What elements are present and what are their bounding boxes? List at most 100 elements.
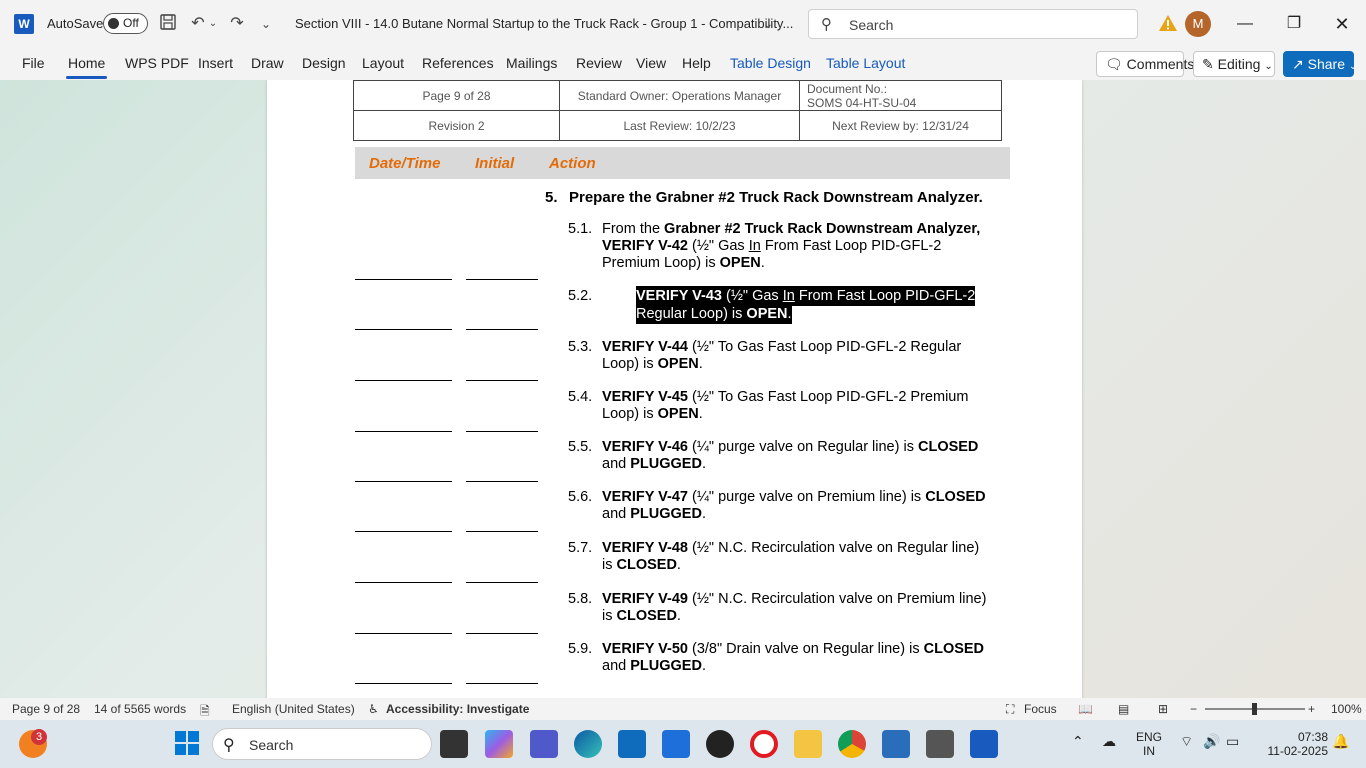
document-page[interactable]: Page 9 of 28 Standard Owner: Operations … [267, 80, 1082, 698]
copilot-icon[interactable] [485, 730, 513, 758]
task-view-icon[interactable] [440, 730, 468, 758]
zoom-in-icon[interactable]: + [1308, 702, 1315, 716]
opera-icon[interactable] [750, 730, 778, 758]
tab-review[interactable]: Review [576, 55, 622, 71]
title-chevron-down-icon[interactable]: ⌄ [757, 13, 779, 35]
dell-icon[interactable] [706, 730, 734, 758]
teams-icon[interactable] [530, 730, 558, 758]
document-title[interactable]: Section VIII - 14.0 Butane Normal Startu… [295, 16, 793, 31]
onedrive-icon[interactable]: ☁ [1102, 734, 1116, 748]
tab-table-layout[interactable]: Table Layout [826, 55, 905, 71]
restore-icon[interactable]: ❐ [1279, 10, 1309, 38]
tab-draw[interactable]: Draw [251, 55, 284, 71]
network-app-icon[interactable] [882, 730, 910, 758]
initial-line[interactable] [466, 279, 538, 280]
minimize-icon[interactable]: — [1230, 10, 1260, 38]
file-explorer-icon[interactable] [794, 730, 822, 758]
close-icon[interactable]: ✕ [1327, 10, 1357, 38]
focus-icon[interactable]: ⛶ [1006, 702, 1014, 717]
initial-line[interactable] [466, 582, 538, 583]
redo-icon[interactable]: ↷ [226, 13, 248, 35]
initial-line[interactable] [466, 683, 538, 684]
substep-2[interactable]: 5.2. VERIFY V-43 (½" Gas In From Fast Loo… [568, 286, 988, 324]
tab-mailings[interactable]: Mailings [506, 55, 557, 71]
substep-3[interactable]: 5.3. VERIFY V-44 (½" To Gas Fast Loop PID… [568, 339, 988, 373]
initial-line[interactable] [466, 633, 538, 634]
step-title: Prepare the Grabner #2 Truck Rack Downst… [569, 189, 983, 206]
substep-run: OPEN [746, 305, 788, 322]
substep-9[interactable]: 5.9. VERIFY V-50 (3/8" Drain valve on Reg… [568, 641, 988, 675]
status-accessibility[interactable]: Accessibility: Investigate [386, 702, 529, 716]
step-heading[interactable]: 5. Prepare the Grabner #2 Truck Rack Down… [545, 189, 983, 206]
initial-line[interactable] [466, 380, 538, 381]
date-time-line[interactable] [355, 431, 452, 432]
tab-insert[interactable]: Insert [198, 55, 233, 71]
start-icon[interactable] [174, 730, 202, 758]
tab-layout[interactable]: Layout [362, 55, 404, 71]
substep-5[interactable]: 5.5. VERIFY V-46 (¼" purge valve on Regul… [568, 439, 988, 473]
read-mode-icon[interactable]: 📖 [1078, 702, 1093, 716]
editing-mode-button[interactable]: ✎ Editing ⌄ [1193, 51, 1275, 77]
focus-label[interactable]: Focus [1024, 702, 1057, 716]
tab-home[interactable]: Home [65, 55, 108, 79]
date-time-line[interactable] [355, 380, 452, 381]
store-icon[interactable] [618, 730, 646, 758]
initial-line[interactable] [466, 431, 538, 432]
initial-line[interactable] [466, 329, 538, 330]
zoom-out-icon[interactable]: − [1190, 702, 1197, 716]
power-automate-icon[interactable] [662, 730, 690, 758]
status-word-count[interactable]: 14 of 5565 words [94, 702, 186, 716]
notification-bell-icon[interactable]: 🔔 [1332, 734, 1349, 748]
print-layout-icon[interactable]: ▤ [1118, 702, 1129, 716]
tab-file[interactable]: File [22, 55, 45, 71]
date-time-line[interactable] [355, 683, 452, 684]
warning-icon[interactable] [1158, 13, 1178, 33]
comments-button[interactable]: 🗨 Comments [1096, 51, 1194, 77]
word-taskbar-icon[interactable] [970, 730, 998, 758]
language-indicator[interactable]: ENG IN [1134, 730, 1164, 758]
tab-view[interactable]: View [636, 55, 666, 71]
volume-icon[interactable]: 🔊 [1203, 734, 1220, 748]
chrome-icon[interactable] [838, 730, 866, 758]
tab-wps-pdf[interactable]: WPS PDF [125, 55, 189, 71]
tab-references[interactable]: References [422, 55, 494, 71]
zoom-level[interactable]: 100% [1331, 702, 1362, 716]
date-time-line[interactable] [355, 582, 452, 583]
initial-line[interactable] [466, 481, 538, 482]
document-canvas[interactable]: Page 9 of 28 Standard Owner: Operations … [0, 80, 1366, 698]
customize-toolbar-icon[interactable]: ⌄ [255, 13, 277, 35]
status-page[interactable]: Page 9 of 28 [12, 702, 80, 716]
search-input[interactable]: ⚲ Search [808, 9, 1138, 39]
autosave-toggle[interactable]: Off [103, 13, 148, 34]
substep-4[interactable]: 5.4. VERIFY V-45 (½" To Gas Fast Loop PID… [568, 389, 988, 423]
substep-7[interactable]: 5.7. VERIFY V-48 (½" N.C. Recirculation v… [568, 540, 988, 574]
date-time-line[interactable] [355, 279, 452, 280]
save-icon[interactable] [157, 13, 179, 35]
clock[interactable]: 07:38 11-02-2025 [1256, 730, 1329, 758]
share-button[interactable]: ↗ Share ⌄ [1283, 51, 1357, 77]
substep-1[interactable]: 5.1. From the Grabner #2 Truck Rack Downs… [568, 221, 988, 272]
tab-design[interactable]: Design [302, 55, 346, 71]
wifi-icon[interactable]: ⌔ [1180, 734, 1193, 748]
substep-text: VERIFY V-43 (½" Gas In From Fast Loop PI… [636, 286, 976, 324]
battery-icon[interactable]: ▭ [1226, 734, 1239, 748]
date-time-line[interactable] [355, 481, 452, 482]
date-time-line[interactable] [355, 633, 452, 634]
date-time-line[interactable] [355, 329, 452, 330]
zoom-slider-thumb[interactable] [1252, 703, 1257, 715]
status-language[interactable]: English (United States) [232, 702, 355, 716]
initial-line[interactable] [466, 531, 538, 532]
accessibility-icon[interactable]: ♿ [368, 702, 379, 716]
substep-6[interactable]: 5.6. VERIFY V-47 (¼" purge valve on Premi… [568, 489, 988, 523]
tab-help[interactable]: Help [682, 55, 711, 71]
calculator-app-icon[interactable] [926, 730, 954, 758]
tray-chevron-up-icon[interactable]: ⌃ [1072, 734, 1084, 748]
tab-table-design[interactable]: Table Design [730, 55, 811, 71]
substep-8[interactable]: 5.8. VERIFY V-49 (½" N.C. Recirculation v… [568, 591, 988, 625]
taskbar-search-input[interactable]: ⚲ Search [212, 728, 432, 760]
edge-icon[interactable] [574, 730, 602, 758]
avatar[interactable]: M [1185, 11, 1211, 37]
date-time-line[interactable] [355, 531, 452, 532]
web-layout-icon[interactable]: ⊞ [1158, 702, 1168, 716]
undo-dropdown-icon[interactable]: ⌄ [206, 13, 220, 35]
